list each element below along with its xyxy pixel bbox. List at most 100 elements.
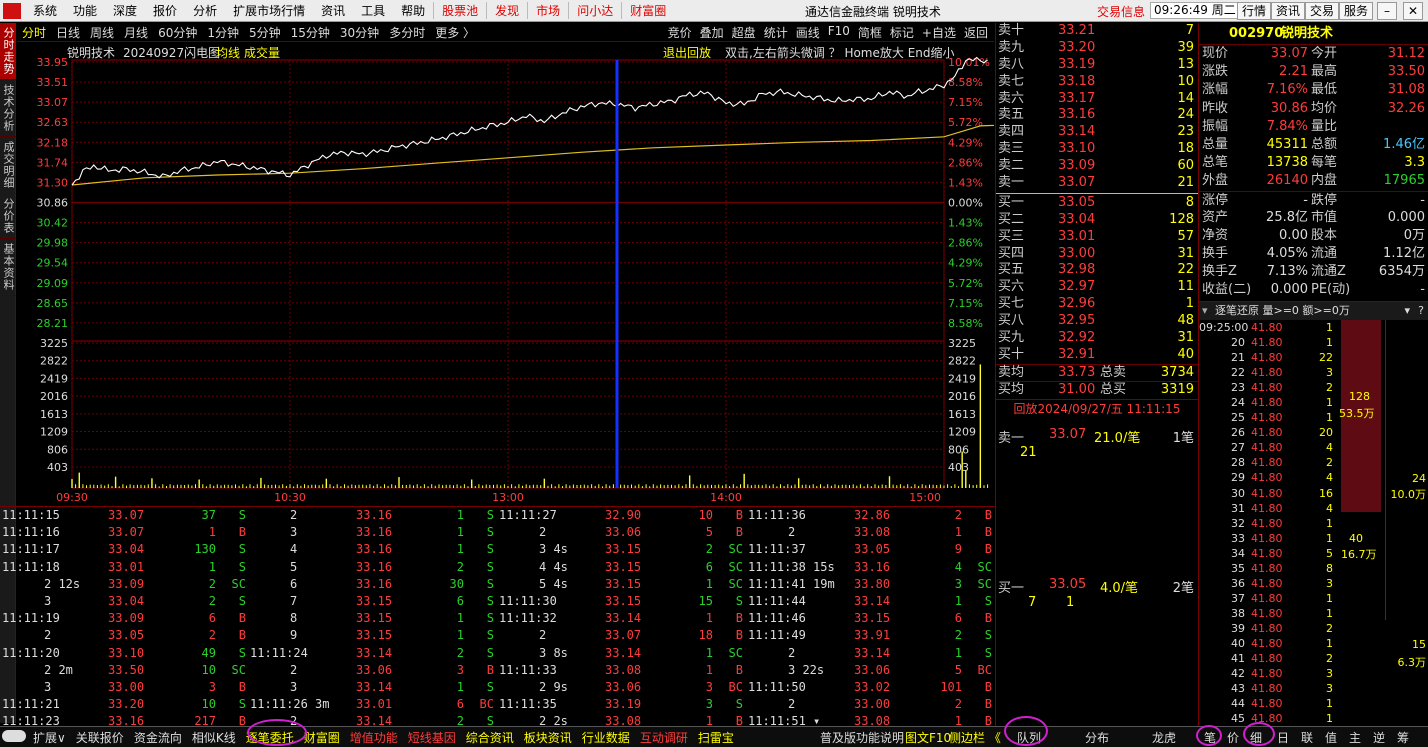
ask-level[interactable]: 卖七 33.18 10 (996, 74, 1198, 91)
btn-trade[interactable]: 交易 (1305, 2, 1340, 20)
period-day[interactable]: 日线 (51, 24, 85, 41)
bottom-mine-sweeper[interactable]: 扫雷宝 (693, 729, 739, 746)
menu-ext-market[interactable]: 扩展市场行情 (225, 2, 313, 19)
menu-tools[interactable]: 工具 (353, 2, 393, 19)
toggle-icon[interactable] (0, 729, 28, 745)
menu-discover[interactable]: 发现 (486, 2, 527, 19)
tool-mark[interactable]: 标记 (886, 24, 918, 41)
bid-level[interactable]: 买四 33.00 31 (996, 246, 1198, 263)
ask-level[interactable]: 卖九 33.20 39 (996, 40, 1198, 57)
period-week[interactable]: 周线 (85, 24, 119, 41)
tool-add-fav[interactable]: +自选 (918, 24, 960, 41)
bottom-reverse[interactable]: 逆 (1368, 729, 1390, 746)
help-icon[interactable]: ? (1418, 302, 1424, 320)
bottom-day[interactable]: 日 (1272, 729, 1294, 746)
bottom-dist[interactable]: 分布 (1080, 729, 1114, 746)
trade-info-link[interactable]: 交易信息 (1097, 3, 1145, 20)
bottom-value[interactable]: 值 (1320, 729, 1342, 746)
tool-draw[interactable]: 画线 (792, 24, 824, 41)
btn-service[interactable]: 服务 (1339, 2, 1374, 20)
btn-market[interactable]: 行情 (1237, 2, 1272, 20)
bid-level[interactable]: 买七 32.96 1 (996, 296, 1198, 313)
exit-replay-button[interactable]: 退出回放 (663, 44, 711, 61)
bottom-expand[interactable]: 扩展∨ (28, 729, 71, 746)
period-5min[interactable]: 5分钟 (244, 24, 286, 41)
bottom-similar-k[interactable]: 相似K线 (187, 729, 241, 746)
period-15min[interactable]: 15分钟 (286, 24, 335, 41)
bid-level[interactable]: 买九 32.92 31 (996, 330, 1198, 347)
intraday-chart[interactable]: 33.95 10.01%33.51 8.58%33.07 7.15%32.63 5.72… (17, 43, 994, 505)
tab-technical[interactable]: 技术分析 (0, 80, 16, 137)
bottom-short-gene[interactable]: 短线基因 (403, 729, 461, 746)
bottom-detail[interactable]: 细 (1245, 729, 1267, 746)
bottom-tick-orders[interactable]: 逐笔委托 (241, 729, 299, 746)
tool-stats[interactable]: 统计 (760, 24, 792, 41)
bid-level[interactable]: 买二 33.04 128 (996, 212, 1198, 229)
bottom-dragon[interactable]: 龙虎 (1147, 729, 1181, 746)
bottom-edition-note[interactable]: 普及版功能说明 (815, 729, 909, 746)
bid-level[interactable]: 买十 32.91 40 (996, 347, 1198, 364)
bottom-tick[interactable]: 笔 (1199, 729, 1221, 746)
menu-wealth[interactable]: 财富圈 (621, 2, 674, 19)
period-more[interactable]: 更多 〉 (430, 24, 480, 41)
bottom-related-quote[interactable]: 关联报价 (71, 729, 129, 746)
tool-overlay[interactable]: 叠加 (696, 24, 728, 41)
btn-news[interactable]: 资讯 (1271, 2, 1306, 20)
bid-level[interactable]: 买三 33.01 57 (996, 229, 1198, 246)
bottom-price[interactable]: 价 (1222, 729, 1244, 746)
menu-news[interactable]: 资讯 (313, 2, 353, 19)
menu-market[interactable]: 市场 (527, 2, 568, 19)
ask-level[interactable]: 卖六 33.17 14 (996, 91, 1198, 108)
ask-level[interactable]: 卖十 33.21 7 (996, 23, 1198, 40)
tool-superpan[interactable]: 超盘 (728, 24, 760, 41)
bottom-general-news[interactable]: 综合资讯 (461, 729, 519, 746)
bottom-value-added[interactable]: 增值功能 (345, 729, 403, 746)
menu-system[interactable]: 系统 (25, 2, 65, 19)
menu-quote[interactable]: 报价 (145, 2, 185, 19)
bottom-sidebar[interactable]: 侧边栏 《 (944, 729, 1006, 746)
ask-level[interactable]: 卖四 33.14 23 (996, 124, 1198, 141)
period-1min[interactable]: 1分钟 (202, 24, 244, 41)
ask-level[interactable]: 卖一 33.07 21 (996, 175, 1198, 192)
bottom-interact[interactable]: 互动调研 (635, 729, 693, 746)
menu-depth[interactable]: 深度 (105, 2, 145, 19)
tool-f10[interactable]: F10 (824, 24, 854, 41)
tab-intraday[interactable]: 分时走势 (0, 23, 16, 80)
close-icon[interactable]: ✕ (1403, 2, 1423, 20)
ask-level[interactable]: 卖三 33.10 18 (996, 141, 1198, 158)
bid-level[interactable]: 买一 33.05 8 (996, 195, 1198, 212)
bid-level[interactable]: 买六 32.97 11 (996, 279, 1198, 296)
bid-level[interactable]: 买八 32.95 48 (996, 313, 1198, 330)
collapse-icon[interactable]: ▾ (1202, 302, 1208, 320)
bottom-wealth[interactable]: 财富圈 (299, 729, 345, 746)
menu-help[interactable]: 帮助 (393, 2, 433, 19)
bottom-chips[interactable]: 筹 (1392, 729, 1414, 746)
ask-level[interactable]: 卖五 33.16 24 (996, 107, 1198, 124)
bottom-link[interactable]: 联 (1296, 729, 1318, 746)
bottom-fund-flow[interactable]: 资金流向 (129, 729, 187, 746)
tool-back[interactable]: 返回 (960, 24, 992, 41)
tool-auction[interactable]: 竞价 (664, 24, 696, 41)
menu-analysis[interactable]: 分析 (185, 2, 225, 19)
period-intraday[interactable]: 分时 (17, 24, 51, 41)
ask-level[interactable]: 卖二 33.09 60 (996, 158, 1198, 175)
detail-arrow-icon[interactable]: ▾ (1404, 302, 1410, 320)
bottom-sector-news[interactable]: 板块资讯 (519, 729, 577, 746)
period-60min[interactable]: 60分钟 (153, 24, 202, 41)
tab-trades[interactable]: 成交明细 (0, 137, 16, 194)
bottom-queue[interactable]: 队列 (1012, 729, 1046, 746)
period-month[interactable]: 月线 (119, 24, 153, 41)
bid-level[interactable]: 买五 32.98 22 (996, 262, 1198, 279)
menu-stock-pool[interactable]: 股票池 (433, 2, 486, 19)
tool-simple[interactable]: 简框 (854, 24, 886, 41)
minimize-icon[interactable]: – (1377, 2, 1397, 20)
bottom-industry-data[interactable]: 行业数据 (577, 729, 635, 746)
period-30min[interactable]: 30分钟 (335, 24, 384, 41)
period-multi[interactable]: 多分时 (384, 24, 430, 41)
bottom-main[interactable]: 主 (1344, 729, 1366, 746)
menu-function[interactable]: 功能 (65, 2, 105, 19)
menu-xiaoda[interactable]: 问小达 (568, 2, 621, 19)
tab-fundamentals[interactable]: 基本资料 (0, 239, 16, 296)
ask-level[interactable]: 卖八 33.19 13 (996, 57, 1198, 74)
tab-price-dist[interactable]: 分价表 (0, 194, 16, 239)
